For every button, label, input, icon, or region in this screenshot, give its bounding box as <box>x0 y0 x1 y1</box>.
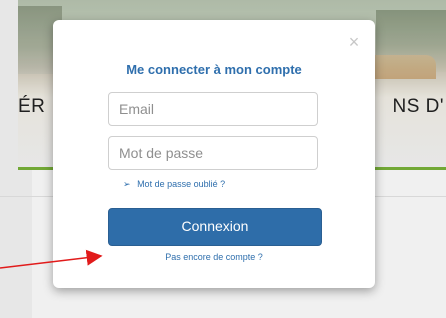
email-field[interactable] <box>108 92 318 126</box>
close-icon[interactable]: × <box>346 33 362 51</box>
modal-title: Me connecter à mon compte <box>126 62 302 77</box>
forgot-password-link[interactable]: ➢ Mot de passe oublié ? <box>123 179 225 190</box>
signup-link[interactable]: Pas encore de compte ? <box>53 252 375 262</box>
login-button[interactable]: Connexion <box>108 208 322 246</box>
chevron-right-icon: ➢ <box>123 179 131 189</box>
login-modal: × Me connecter à mon compte ➢ Mot de pas… <box>53 20 375 288</box>
forgot-password-label: Mot de passe oublié ? <box>137 179 226 189</box>
password-field[interactable] <box>108 136 318 170</box>
